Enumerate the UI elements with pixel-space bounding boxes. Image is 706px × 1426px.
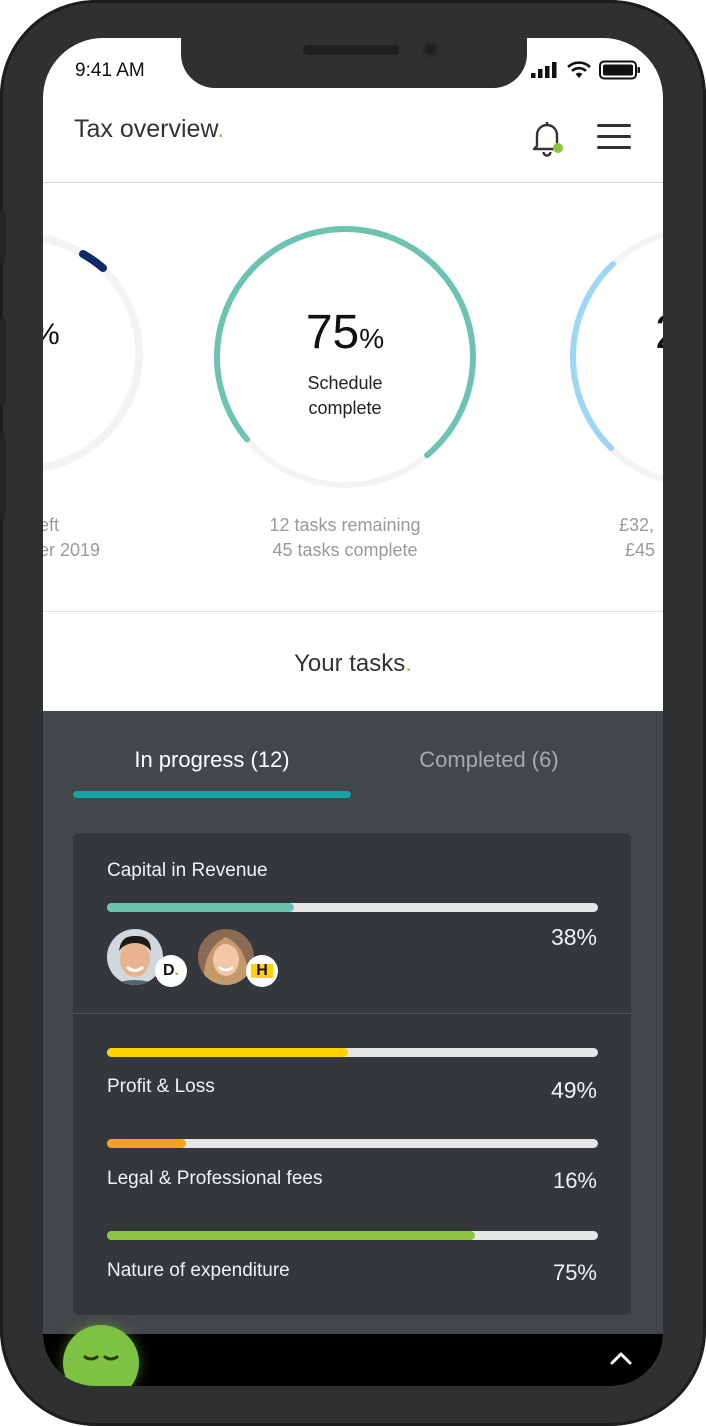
volume-up-button	[0, 318, 6, 406]
summary-carousel[interactable]: % eft er 2019 75% Schedulecomplete 12 ta…	[43, 183, 663, 611]
chevron-up-icon[interactable]	[610, 1351, 632, 1365]
task-progress-fill	[107, 903, 294, 912]
tasks-panel: In progress (12) Completed (6) Capital i…	[43, 711, 663, 1386]
left-ring-value: %	[43, 318, 60, 352]
task-name: Profit & Loss	[107, 1076, 215, 1097]
task-list-card: Capital in Revenue 38% D. H Profit & Los…	[73, 833, 631, 1315]
left-sub-line1: eft	[43, 515, 60, 535]
task-name: Nature of expenditure	[107, 1260, 290, 1281]
assignee-avatar-1	[107, 929, 163, 985]
task-progress-bar	[107, 1139, 598, 1148]
mute-switch	[0, 210, 6, 264]
section-divider	[43, 611, 663, 612]
signal-icon	[531, 62, 557, 78]
right-progress-ring	[569, 231, 663, 483]
tasks-complete: 45 tasks complete	[272, 540, 418, 560]
right-sub-line2: £45	[625, 540, 656, 560]
screen: 9:41 AM Tax overview. eft er 2019 75% Sc…	[43, 38, 663, 1386]
speaker	[303, 45, 399, 55]
tab-in-progress[interactable]: In progress (12)	[73, 747, 351, 773]
center-ring-label: Schedule complete	[307, 373, 383, 418]
phone-frame: 9:41 AM Tax overview. eft er 2019 75% Sc…	[0, 0, 706, 1426]
task-progress-bar	[107, 1048, 598, 1057]
tasks-remaining: 12 tasks remaining	[269, 515, 421, 535]
volume-down-button	[0, 432, 6, 520]
left-sub-line2: er 2019	[43, 540, 101, 560]
assignee-badge-2: H	[246, 955, 278, 987]
task-name: Capital in Revenue	[107, 860, 268, 881]
status-icons	[531, 60, 641, 80]
tasks-section-title: Your tasks.	[294, 650, 412, 677]
status-time: 9:41 AM	[75, 60, 145, 81]
notch	[181, 38, 527, 88]
task-percent: 16%	[552, 1168, 597, 1193]
left-progress-ring	[43, 234, 143, 472]
battery-icon	[599, 60, 640, 80]
task-percent: 49%	[550, 1077, 597, 1103]
task-percent: 38%	[550, 924, 597, 950]
sleepy-face-icon	[83, 1355, 119, 1361]
tab-completed[interactable]: Completed (6)	[371, 747, 607, 773]
task-progress-bar	[107, 1231, 598, 1240]
task-progress-fill	[107, 1231, 476, 1240]
right-ring-value: 2	[655, 305, 663, 360]
assistant-bot-button[interactable]	[63, 1325, 139, 1386]
task-progress-fill	[107, 1048, 348, 1057]
center-ring-value: 75%	[305, 306, 385, 359]
camera	[422, 41, 439, 58]
task-percent: 75%	[552, 1260, 597, 1285]
notification-bell-icon[interactable]	[529, 118, 565, 158]
task-name: Legal & Professional fees	[107, 1168, 323, 1189]
right-sub-line1: £32,	[619, 515, 655, 535]
card-divider	[73, 1013, 631, 1014]
assignee-badge-1: D.	[155, 955, 187, 987]
app-header: Tax overview.	[43, 100, 663, 183]
page-title: Tax overview.	[74, 115, 225, 143]
wifi-icon	[567, 61, 591, 78]
menu-icon[interactable]	[597, 124, 631, 150]
task-progress-fill	[107, 1139, 186, 1148]
assignee-avatar-2	[198, 929, 254, 985]
active-tab-indicator	[73, 791, 351, 798]
task-progress-bar	[107, 903, 598, 912]
